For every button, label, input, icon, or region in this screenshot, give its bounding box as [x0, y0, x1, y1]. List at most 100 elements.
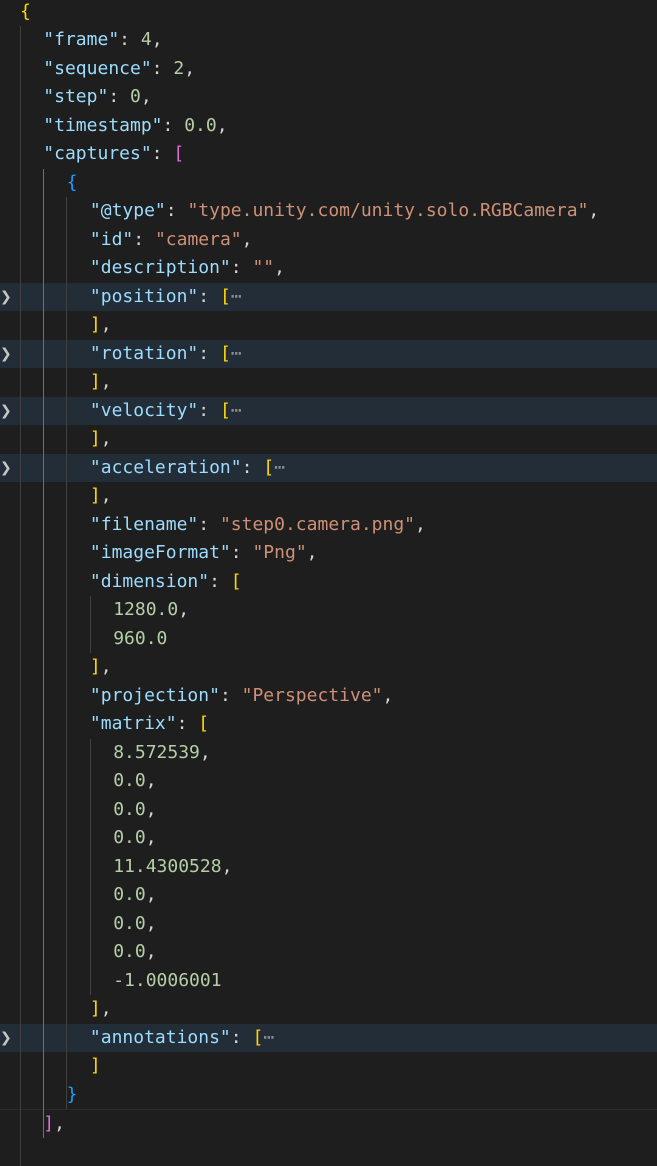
code-line[interactable]: ], — [0, 482, 657, 511]
code-line[interactable]: 0.0, — [0, 824, 657, 853]
code-token: 0.0 — [113, 912, 146, 934]
code-line[interactable]: 0.0, — [0, 910, 657, 939]
code-token: : — [165, 200, 188, 221]
code-text: ], — [90, 995, 112, 1024]
code-token: "imageFormat" — [89, 542, 231, 563]
folded-ellipsis-icon[interactable]: ⋯ — [263, 1027, 274, 1048]
code-line[interactable]: "dimension": [ — [0, 568, 657, 597]
code-line[interactable]: 11.4300528, — [0, 853, 657, 882]
indent-guide — [20, 26, 21, 1166]
code-line[interactable]: "description": "", — [0, 254, 657, 283]
code-line[interactable]: ], — [0, 653, 657, 682]
code-line[interactable]: ], — [0, 311, 657, 340]
code-token: , — [100, 485, 112, 506]
fold-chevron-right-icon[interactable]: ❯ — [0, 454, 12, 483]
code-token: : — [230, 1026, 253, 1048]
fold-chevron-right-icon[interactable]: ❯ — [0, 397, 12, 426]
code-line[interactable]: 8.572539, — [0, 739, 657, 768]
code-token: , — [216, 114, 228, 136]
code-line[interactable]: "id": "camera", — [0, 226, 657, 255]
code-line[interactable]: ] — [0, 1052, 657, 1081]
code-token: : — [198, 285, 220, 307]
code-token: "step0.camera.png" — [219, 513, 416, 535]
code-line[interactable]: { — [0, 169, 657, 198]
indent-guide — [90, 596, 91, 653]
fold-chevron-right-icon[interactable]: ❯ — [0, 340, 12, 369]
code-line[interactable]: "@type": "type.unity.com/unity.solo.RGBC… — [0, 197, 657, 226]
code-token: 0.0 — [184, 114, 217, 136]
code-token: , — [100, 371, 112, 392]
code-token: , — [151, 29, 163, 50]
code-line[interactable]: 0.0, — [0, 938, 657, 967]
code-line[interactable]: "sequence": 2, — [0, 55, 657, 84]
code-token: 0.0 — [113, 798, 146, 820]
code-line[interactable]: "captures": [ — [0, 140, 657, 169]
code-line[interactable]: } — [0, 1081, 657, 1110]
code-line[interactable]: "imageFormat": "Png", — [0, 539, 657, 568]
code-token: "captures" — [43, 143, 152, 164]
code-token: 2 — [173, 57, 185, 79]
code-token: , — [145, 770, 157, 791]
code-token: "camera" — [154, 228, 242, 250]
code-token: 0.0 — [113, 941, 146, 962]
code-text: "dimension": [ — [90, 568, 242, 597]
code-line[interactable]: ], — [0, 1109, 657, 1139]
code-token: "frame" — [43, 29, 120, 50]
code-text: "velocity": [⋯ — [90, 397, 242, 426]
code-text: "matrix": [ — [90, 710, 209, 739]
folded-ellipsis-icon[interactable]: ⋯ — [274, 457, 285, 478]
code-line[interactable]: 0.0, — [0, 767, 657, 796]
code-token: [ — [230, 570, 242, 592]
code-line[interactable]: "frame": 4, — [0, 26, 657, 55]
code-editor[interactable]: { "frame": 4, "sequence": 2, "step": 0, "tim… — [0, 0, 657, 1166]
code-line[interactable]: 1280.0, — [0, 596, 657, 625]
code-token: "annotations" — [89, 1026, 231, 1048]
code-token: , — [145, 827, 157, 848]
fold-chevron-right-icon[interactable]: ❯ — [0, 283, 12, 312]
code-line[interactable]: 960.0 — [0, 625, 657, 654]
code-text: } — [67, 1081, 78, 1110]
code-token: , — [221, 855, 233, 877]
folded-code-line[interactable]: ❯ "annotations": [⋯ — [0, 1023, 657, 1053]
code-line[interactable]: -1.0006001 — [0, 967, 657, 996]
code-line[interactable]: 0.0, — [0, 796, 657, 825]
code-token: ] — [89, 371, 101, 392]
code-line[interactable]: "step": 0, — [0, 83, 657, 112]
code-text: { — [67, 169, 78, 198]
code-token: : — [241, 456, 264, 478]
code-line[interactable]: ], — [0, 425, 657, 454]
folded-code-line[interactable]: ❯ "velocity": [⋯ — [0, 396, 657, 426]
code-token: ] — [43, 1113, 55, 1134]
code-line[interactable]: "timestamp": 0.0, — [0, 112, 657, 141]
code-token: ] — [89, 998, 101, 1019]
code-token: , — [100, 656, 112, 677]
folded-code-line[interactable]: ❯ "rotation": [⋯ — [0, 339, 657, 369]
folded-ellipsis-icon[interactable]: ⋯ — [231, 343, 242, 364]
folded-code-line[interactable]: ❯ "acceleration": [⋯ — [0, 453, 657, 483]
code-token: [ — [219, 399, 231, 421]
code-token: "step" — [43, 86, 109, 107]
folded-ellipsis-icon[interactable]: ⋯ — [231, 400, 242, 421]
code-token: : — [198, 399, 220, 421]
code-line[interactable]: { — [0, 0, 657, 26]
folded-ellipsis-icon[interactable]: ⋯ — [231, 286, 242, 307]
code-token: 0.0 — [113, 770, 146, 791]
code-line[interactable]: "matrix": [ — [0, 710, 657, 739]
code-token: : — [133, 228, 155, 250]
code-line[interactable]: ], — [0, 368, 657, 397]
code-text: 0.0, — [113, 767, 156, 796]
code-token: "rotation" — [89, 342, 199, 364]
code-token: , — [145, 884, 157, 905]
code-token: 8.572539 — [113, 741, 200, 763]
code-token: "filename" — [89, 513, 199, 535]
code-text: "imageFormat": "Png", — [90, 539, 318, 568]
code-line[interactable]: ], — [0, 995, 657, 1024]
code-line[interactable]: "projection": "Perspective", — [0, 682, 657, 711]
folded-code-line[interactable]: ❯ "position": [⋯ — [0, 282, 657, 312]
code-text: "position": [⋯ — [90, 283, 242, 312]
code-token: "id" — [89, 228, 134, 250]
code-line[interactable]: 0.0, — [0, 881, 657, 910]
code-token: { — [20, 0, 31, 22]
fold-chevron-right-icon[interactable]: ❯ — [0, 1024, 12, 1053]
code-line[interactable]: "filename": "step0.camera.png", — [0, 511, 657, 540]
